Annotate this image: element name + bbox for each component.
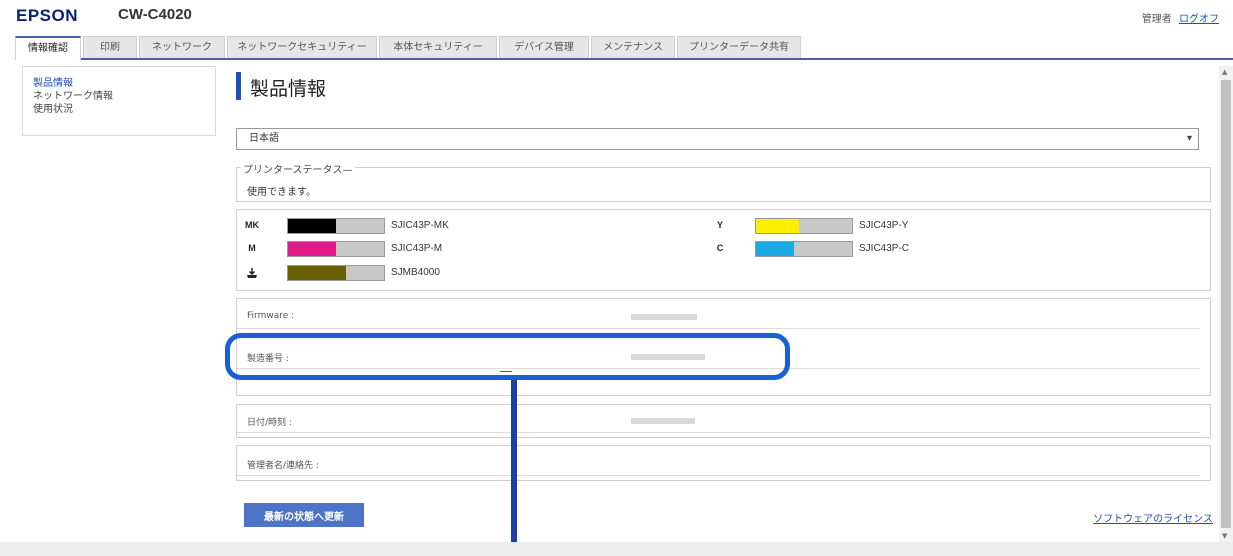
tab-maintenance[interactable]: メンテナンス (591, 36, 675, 58)
printer-status-legend: プリンターステータス— (241, 161, 355, 176)
tab-device-management[interactable]: デバイス管理 (499, 36, 589, 58)
firmware-row: Firmware : (237, 305, 1210, 329)
serial-highlight-callout (225, 333, 790, 380)
ink-bar (755, 241, 853, 257)
model-name: CW-C4020 (118, 6, 192, 23)
scroll-thumb[interactable] (1221, 80, 1231, 528)
software-license-link[interactable]: ソフトウェアのライセンス (1093, 510, 1213, 525)
ink-bar (755, 218, 853, 234)
datetime-label: 日付/時刻 : (247, 418, 292, 428)
sidebar-item-product-info[interactable]: 製品情報 (33, 77, 215, 90)
tab-device-security[interactable]: 本体セキュリティー (379, 36, 497, 58)
ink-bar (287, 265, 385, 281)
tab-printer-data-share[interactable]: プリンターデータ共有 (677, 36, 801, 58)
ink-code: SJIC43P-MK (391, 220, 449, 231)
sidebar-item-network-info[interactable]: ネットワーク情報 (33, 90, 215, 103)
chevron-down-icon: ▾ (1186, 133, 1192, 144)
scrollbar[interactable]: ▲ ▼ (1219, 66, 1233, 542)
datetime-row: 日付/時刻 : (237, 409, 1210, 433)
ink-code: SJMB4000 (391, 267, 440, 278)
printer-status-box: プリンターステータス— 使用できます。 (236, 161, 1211, 202)
language-select[interactable]: 日本語 ▾ (236, 128, 1199, 150)
admin-label: 管理者名/連絡先 : (247, 461, 319, 471)
callout-pointer (511, 380, 517, 556)
firmware-label: Firmware : (247, 311, 295, 321)
datetime-box: 日付/時刻 : (236, 404, 1211, 438)
scroll-up-icon[interactable]: ▲ (1222, 68, 1227, 76)
ink-fill (756, 219, 800, 233)
ink-label: MK (245, 220, 259, 230)
tab-network-security[interactable]: ネットワークセキュリティー (227, 36, 377, 58)
logoff-link[interactable]: ログオフ (1179, 14, 1219, 25)
callout-tick (500, 371, 512, 372)
header: EPSON CW-C4020 管理者 ログオフ (0, 0, 1233, 32)
user-box: 管理者 ログオフ (1142, 10, 1219, 25)
admin-box: 管理者名/連絡先 : (236, 445, 1211, 481)
ink-fill (288, 242, 336, 256)
ink-code: SJIC43P-M (391, 243, 443, 254)
ink-fill (288, 266, 346, 280)
ink-code: SJIC43P-Y (859, 220, 909, 231)
sidebar-item-usage[interactable]: 使用状況 (33, 103, 215, 116)
tab-print[interactable]: 印刷 (83, 36, 137, 58)
sidebar: 製品情報 ネットワーク情報 使用状況 (22, 66, 216, 136)
datetime-value (631, 418, 695, 424)
ink-code: SJIC43P-C (859, 243, 910, 254)
ink-bar (287, 218, 385, 234)
maintenance-box-icon (237, 267, 267, 281)
ink-fill (288, 219, 336, 233)
title-accent-bar (236, 72, 241, 100)
tab-network[interactable]: ネットワーク (139, 36, 225, 58)
bottom-strip (0, 542, 1233, 556)
admin-row: 管理者名/連絡先 : (237, 452, 1210, 476)
brand-logo: EPSON (16, 6, 79, 25)
ink-label: Y (716, 220, 723, 230)
ink-label: C (716, 243, 724, 253)
tab-info[interactable]: 情報確認 (15, 36, 81, 60)
scroll-down-icon[interactable]: ▼ (1222, 532, 1227, 540)
ink-fill (756, 242, 795, 256)
ink-levels-box: MK SJIC43P-MK M SJIC43P-M SJMB4000 Y SJI… (236, 209, 1211, 291)
ink-label: M (248, 243, 256, 253)
page-title: 製品情報 (250, 78, 327, 100)
refresh-button[interactable]: 最新の状態へ更新 (244, 503, 364, 527)
language-value: 日本語 (249, 133, 279, 144)
firmware-value (631, 314, 697, 320)
ink-bar (287, 241, 385, 257)
status-text: 使用できます。 (247, 187, 316, 198)
tab-bar: 情報確認 印刷 ネットワーク ネットワークセキュリティー 本体セキュリティー デ… (15, 32, 1233, 60)
user-label: 管理者 (1141, 14, 1172, 25)
